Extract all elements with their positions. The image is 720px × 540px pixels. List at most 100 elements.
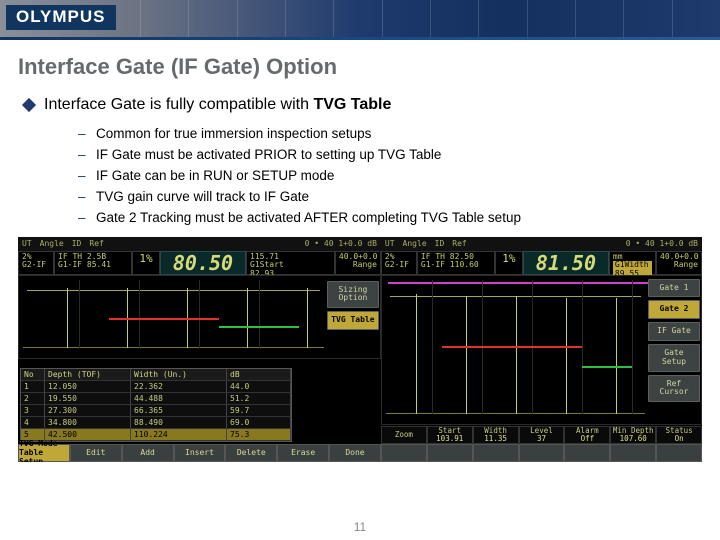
range-line: Range bbox=[660, 261, 698, 270]
cell: 44.488 bbox=[131, 393, 227, 405]
fn[interactable] bbox=[656, 444, 702, 462]
sub-bullet: Common for true immersion inspection set… bbox=[78, 124, 702, 145]
infobar: 2% G2-IF IF TH 2.5B G1-IF 85.41 1% 80.50… bbox=[18, 251, 381, 275]
param-v: 11.35 bbox=[484, 435, 507, 443]
range-cell: 40.0+0.0 Range bbox=[656, 251, 702, 275]
gate1-bar bbox=[442, 346, 582, 348]
param-zoom[interactable]: Zoom bbox=[381, 426, 427, 444]
echo-peak bbox=[247, 288, 248, 348]
fn-add[interactable]: Add bbox=[122, 444, 174, 462]
cell: 2 bbox=[21, 393, 45, 405]
param-status[interactable]: StatusOn bbox=[656, 426, 702, 444]
screenshot-row: UT Angle ID Ref 0 • 40 1+0.0 dB 2% G2-IF… bbox=[18, 237, 702, 462]
param-v: 107.60 bbox=[620, 435, 647, 443]
side-btn-tvg[interactable]: TVG Table bbox=[327, 311, 379, 330]
cell: 12.050 bbox=[45, 381, 131, 393]
cell: 75.3 bbox=[227, 429, 291, 441]
bullet-bold: TVG Table bbox=[313, 96, 391, 113]
id-label: ID bbox=[435, 239, 445, 248]
cell: 59.7 bbox=[227, 405, 291, 417]
ref-label: Ref bbox=[89, 239, 103, 248]
tvg-row[interactable]: 1 12.050 22.362 44.0 bbox=[21, 381, 291, 393]
fn[interactable] bbox=[473, 444, 519, 462]
range-cell: 40.0+0.0 Range bbox=[335, 251, 381, 275]
gate2-bar bbox=[582, 366, 632, 368]
ascan-wrap: Sizing Option TVG Table bbox=[18, 275, 381, 359]
param-v: Off bbox=[581, 435, 595, 443]
echo-peak bbox=[466, 296, 467, 414]
fn-tvgmode[interactable]: TVG Mode Table Setup bbox=[18, 444, 70, 462]
header-grid-decor bbox=[140, 0, 720, 37]
fn-insert[interactable]: Insert bbox=[174, 444, 226, 462]
col-tof: Depth (TOF) bbox=[45, 369, 131, 381]
cell: 27.300 bbox=[45, 405, 131, 417]
th-line: G1-IF 110.60 bbox=[421, 261, 491, 270]
sub-bullet: IF Gate must be activated PRIOR to setti… bbox=[78, 145, 702, 166]
fn[interactable] bbox=[610, 444, 656, 462]
diamond-bullet-icon bbox=[22, 98, 36, 112]
param-alarm[interactable]: AlarmOff bbox=[564, 426, 610, 444]
tvg-curve bbox=[27, 290, 320, 291]
angle-label: Angle bbox=[403, 239, 427, 248]
echo-peak bbox=[616, 298, 617, 414]
fn[interactable] bbox=[519, 444, 565, 462]
col-db: dB bbox=[227, 369, 291, 381]
fn[interactable] bbox=[427, 444, 473, 462]
fn-done[interactable]: Done bbox=[329, 444, 381, 462]
bar-cell: mm G1Width 89.55 bbox=[609, 251, 656, 275]
mode-label: UT bbox=[385, 239, 395, 248]
cell: 110.224 bbox=[131, 429, 227, 441]
fn-bar bbox=[381, 444, 702, 462]
side-btn-gatesetup[interactable]: Gate Setup bbox=[648, 344, 700, 372]
cell: 22.362 bbox=[131, 381, 227, 393]
tvg-row[interactable]: 2 19.550 44.488 51.2 bbox=[21, 393, 291, 405]
param-k: Zoom bbox=[395, 431, 413, 439]
range-line: Range bbox=[339, 261, 377, 270]
tvg-header-row: No Depth (TOF) Width (Un.) dB bbox=[21, 369, 291, 381]
fn-edit[interactable]: Edit bbox=[70, 444, 122, 462]
param-level[interactable]: Level37 bbox=[519, 426, 565, 444]
ifgate-bar bbox=[388, 282, 648, 284]
side-btn-gate1[interactable]: Gate 1 bbox=[648, 279, 700, 298]
fn-erase[interactable]: Erase bbox=[277, 444, 329, 462]
col-width: Width (Un.) bbox=[131, 369, 227, 381]
topbar: UT Angle ID Ref 0 • 40 1+0.0 dB bbox=[381, 237, 702, 251]
baseline bbox=[23, 347, 324, 348]
angle-label: Angle bbox=[40, 239, 64, 248]
param-start[interactable]: Start103.91 bbox=[427, 426, 473, 444]
cell: 66.365 bbox=[131, 405, 227, 417]
db-readout: 0 • 40 1+0.0 dB bbox=[305, 239, 377, 248]
sub-bullet: Gate 2 Tracking must be activated AFTER … bbox=[78, 208, 702, 229]
fn-bar: TVG Mode Table Setup Edit Add Insert Del… bbox=[18, 444, 381, 462]
tvg-row[interactable]: 4 34.800 88.490 69.0 bbox=[21, 417, 291, 429]
bullet-lead: Interface Gate is fully compatible with bbox=[44, 96, 313, 113]
echo-peak bbox=[307, 288, 308, 348]
side-menu: Gate 1 Gate 2 IF Gate Gate Setup Ref Cur… bbox=[648, 279, 700, 403]
echo-peak bbox=[566, 298, 567, 414]
side-btn-refcursor[interactable]: Ref Cursor bbox=[648, 375, 700, 403]
ascan-wrap: Gate 1 Gate 2 IF Gate Gate Setup Ref Cur… bbox=[381, 275, 702, 425]
param-width[interactable]: Width11.35 bbox=[473, 426, 519, 444]
side-btn-ifgate[interactable]: IF Gate bbox=[648, 322, 700, 341]
side-btn-sizing[interactable]: Sizing Option bbox=[327, 281, 379, 309]
instrument-screenshot-right: UT Angle ID Ref 0 • 40 1+0.0 dB 2% G2-IF… bbox=[381, 237, 702, 462]
id-cell: 2% G2-IF bbox=[18, 251, 54, 275]
big-readout: 81.50 bbox=[523, 251, 609, 275]
pct-cell: 1% bbox=[495, 251, 523, 275]
fn-delete[interactable]: Delete bbox=[225, 444, 277, 462]
fn[interactable] bbox=[381, 444, 427, 462]
fn[interactable] bbox=[564, 444, 610, 462]
gate1-bar bbox=[109, 318, 219, 320]
tvg-row[interactable]: 3 27.300 66.365 59.7 bbox=[21, 405, 291, 417]
sub-bullet: IF Gate can be in RUN or SETUP mode bbox=[78, 166, 702, 187]
param-bar: Zoom Start103.91 Width11.35 Level37 Alar… bbox=[381, 426, 702, 444]
id-line: G2-IF bbox=[385, 261, 413, 270]
echo-peak bbox=[416, 294, 417, 414]
header-band: OLYMPUS bbox=[0, 0, 720, 37]
instrument-screenshot-left: UT Angle ID Ref 0 • 40 1+0.0 dB 2% G2-IF… bbox=[18, 237, 381, 462]
side-btn-gate2[interactable]: Gate 2 bbox=[648, 300, 700, 319]
bar-cell: 115.71 G1Start 82.93 bbox=[246, 251, 335, 275]
page-number: 11 bbox=[0, 520, 720, 534]
cell: 69.0 bbox=[227, 417, 291, 429]
param-mindepth[interactable]: Min Depth107.60 bbox=[610, 426, 656, 444]
